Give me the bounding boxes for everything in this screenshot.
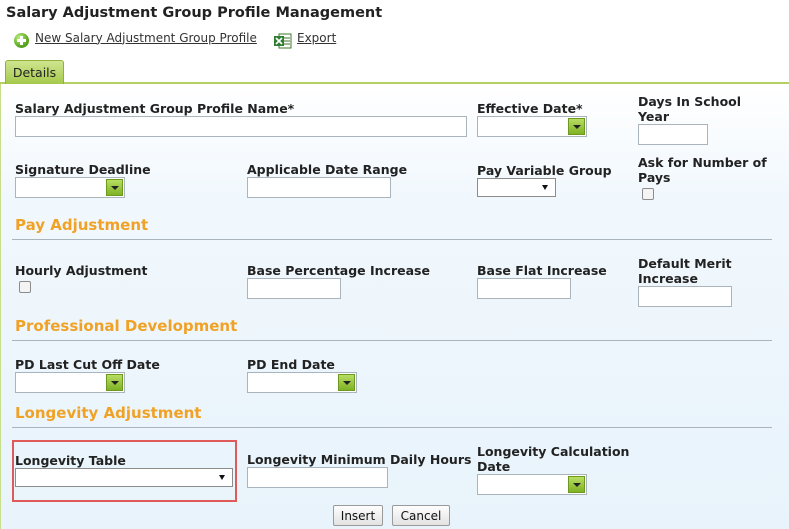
section-divider [12,427,772,428]
longevity-calc-date-label: Longevity Calculation Date [477,444,630,474]
applicable-date-range-label: Applicable Date Range [247,162,408,177]
section-longevity-adjustment: Longevity Adjustment [15,404,202,422]
days-in-school-year-input[interactable] [638,124,708,145]
calendar-dropdown-icon[interactable] [568,118,585,135]
calendar-dropdown-icon[interactable] [106,374,123,391]
insert-button[interactable]: Insert [333,505,383,526]
signature-deadline-picker[interactable] [15,177,125,198]
section-pay-adjustment: Pay Adjustment [15,216,149,234]
excel-icon [274,33,292,49]
hourly-adjustment-label: Hourly Adjustment [15,263,148,278]
ask-number-of-pays-label: Ask for Number of Pays [638,155,767,185]
calendar-dropdown-icon[interactable] [338,374,355,391]
section-professional-development: Professional Development [15,317,238,335]
pd-last-cut-off-date-picker[interactable] [15,372,125,393]
base-flat-increase-input[interactable] [477,278,571,299]
pd-end-date-label: PD End Date [247,357,335,372]
tab-details[interactable]: Details [5,60,64,84]
profile-name-label: Salary Adjustment Group Profile Name* [15,101,295,116]
dropdown-arrow-icon [542,185,548,190]
applicable-date-range-input[interactable] [247,177,391,198]
section-divider [12,340,772,341]
signature-deadline-label: Signature Deadline [15,162,151,177]
export-button[interactable]: Export [274,27,336,49]
hourly-adjustment-checkbox[interactable] [19,281,31,293]
pay-variable-group-select[interactable] [477,178,556,197]
cancel-button[interactable]: Cancel [392,505,450,526]
default-merit-increase-label: Default Merit Increase [638,256,732,286]
longevity-calc-date-picker[interactable] [477,474,587,495]
longevity-table-select[interactable] [15,468,233,487]
effective-date-label: Effective Date* [477,101,583,116]
pay-variable-group-label: Pay Variable Group [477,163,612,178]
tab-strip: Details [0,60,789,84]
calendar-dropdown-icon[interactable] [568,476,585,493]
section-divider [12,239,772,240]
default-merit-increase-input[interactable] [638,286,732,307]
longevity-min-daily-hours-label: Longevity Minimum Daily Hours [247,452,472,467]
ask-number-of-pays-checkbox[interactable] [642,188,654,200]
effective-date-picker[interactable] [477,116,587,137]
pd-last-cut-off-date-label: PD Last Cut Off Date [15,357,160,372]
new-profile-link[interactable]: New Salary Adjustment Group Profile [35,31,257,45]
base-percentage-increase-label: Base Percentage Increase [247,263,430,278]
days-in-school-year-label: Days In School Year [638,94,742,124]
base-flat-increase-label: Base Flat Increase [477,263,607,278]
longevity-table-label: Longevity Table [15,453,126,468]
longevity-min-daily-hours-input[interactable] [247,467,388,488]
calendar-dropdown-icon[interactable] [106,179,123,196]
profile-name-input[interactable] [15,116,467,137]
base-percentage-increase-input[interactable] [247,278,341,299]
page-title: Salary Adjustment Group Profile Manageme… [6,5,383,21]
add-icon [14,33,29,48]
new-profile-button[interactable]: New Salary Adjustment Group Profile [14,27,257,48]
dropdown-arrow-icon [219,475,225,480]
pd-end-date-picker[interactable] [247,372,357,393]
export-link[interactable]: Export [297,31,336,45]
